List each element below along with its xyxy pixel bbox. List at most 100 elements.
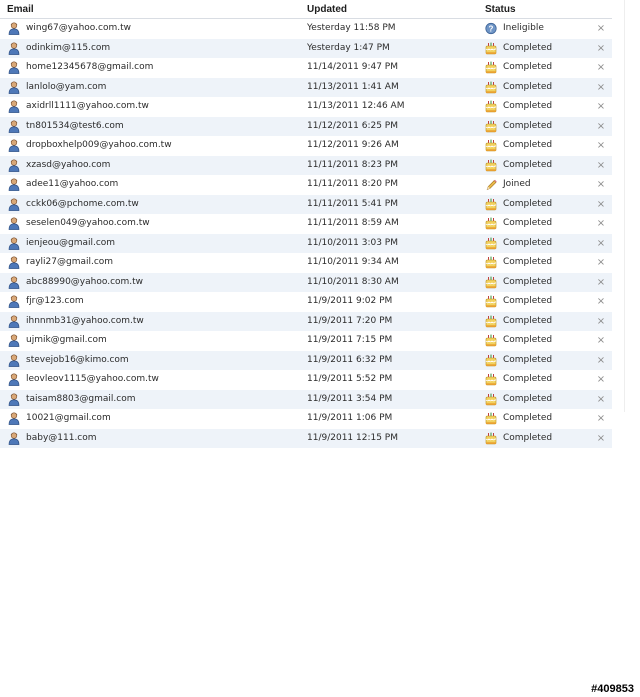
column-header-status[interactable]: Status	[485, 4, 516, 15]
updated-cell: 11/11/2011 8:23 PM	[307, 159, 398, 170]
remove-icon[interactable]: ×	[596, 429, 606, 449]
table-body: wing67@yahoo.com.tw Yesterday 11:58 PM? In…	[0, 19, 612, 448]
completed-cake-icon	[485, 217, 497, 230]
table-row[interactable]: seselen049@yahoo.com.tw 11/11/2011 8:59 A…	[0, 214, 612, 234]
updated-cell: 11/9/2011 12:15 PM	[307, 432, 398, 443]
ineligible-icon: ?	[485, 22, 497, 35]
table-row[interactable]: xzasd@yahoo.com 11/11/2011 8:23 PM Complet…	[0, 155, 612, 176]
table-row[interactable]: 10021@gmail.com 11/9/2011 1:06 PM Complete…	[0, 409, 612, 429]
user-icon	[8, 314, 20, 328]
status-cell: Completed	[503, 393, 553, 404]
email-cell: 10021@gmail.com	[26, 413, 111, 423]
remove-icon[interactable]: ×	[596, 253, 606, 273]
remove-icon[interactable]: ×	[596, 370, 606, 390]
status-cell: Completed	[503, 101, 553, 111]
table-row[interactable]: wing67@yahoo.com.tw Yesterday 11:58 PM? In…	[0, 19, 612, 39]
email-cell: ihnnmb31@yahoo.com.tw	[26, 315, 144, 326]
remove-icon[interactable]: ×	[596, 58, 606, 78]
completed-cake-icon	[485, 42, 497, 55]
remove-icon[interactable]: ×	[596, 214, 606, 234]
remove-icon[interactable]: ×	[596, 273, 606, 293]
updated-cell: 11/12/2011 6:25 PM	[307, 120, 398, 131]
user-icon	[8, 197, 20, 211]
remove-icon[interactable]: ×	[596, 175, 606, 195]
user-icon	[8, 373, 20, 386]
email-cell: axidrll1111@yahoo.com.tw	[26, 101, 149, 111]
user-icon	[8, 41, 20, 55]
updated-cell: 11/13/2011 12:46 AM	[307, 101, 405, 111]
completed-cake-icon	[485, 139, 497, 152]
email-cell: tn801534@test6.com	[26, 120, 124, 131]
completed-cake-icon	[485, 61, 497, 74]
remove-icon[interactable]: ×	[596, 331, 606, 351]
remove-icon[interactable]: ×	[596, 312, 606, 332]
remove-icon[interactable]: ×	[596, 195, 606, 215]
completed-cake-icon	[485, 432, 497, 445]
table-row[interactable]: ujmik@gmail.com 11/9/2011 7:15 PM Complete…	[0, 331, 612, 351]
table-row[interactable]: adee11@yahoo.com 11/11/2011 8:20 PM Joined…	[0, 175, 612, 195]
remove-icon[interactable]: ×	[596, 292, 606, 312]
remove-icon[interactable]: ×	[596, 136, 606, 156]
table-row[interactable]: stevejob16@kimo.com 11/9/2011 6:32 PM Comp…	[0, 350, 612, 371]
table-row[interactable]: rayli27@gmail.com 11/10/2011 9:34 AM Compl…	[0, 253, 612, 273]
remove-icon[interactable]: ×	[596, 117, 606, 137]
user-icon	[8, 412, 20, 425]
user-icon	[8, 236, 20, 250]
table-row[interactable]: leovleov1115@yahoo.com.tw 11/9/2011 5:52 …	[0, 370, 612, 390]
table-row[interactable]: taisam8803@gmail.com 11/9/2011 3:54 PM Com…	[0, 389, 612, 410]
status-cell: Completed	[503, 257, 553, 267]
status-cell: Ineligible	[503, 23, 544, 33]
column-header-updated[interactable]: Updated	[307, 4, 347, 15]
completed-cake-icon	[485, 295, 497, 308]
completed-cake-icon	[485, 256, 497, 269]
email-cell: leovleov1115@yahoo.com.tw	[26, 374, 159, 384]
status-cell: Completed	[503, 276, 553, 287]
email-cell: fjr@123.com	[26, 296, 84, 306]
remove-icon[interactable]: ×	[596, 19, 606, 39]
email-cell: rayli27@gmail.com	[26, 257, 114, 267]
email-cell: stevejob16@kimo.com	[26, 354, 129, 365]
table-row[interactable]: baby@111.com 11/9/2011 12:15 PM Completed ×	[0, 428, 612, 449]
status-cell: Completed	[503, 42, 553, 53]
completed-cake-icon	[485, 237, 497, 250]
completed-cake-icon	[485, 100, 497, 113]
remove-icon[interactable]: ×	[596, 234, 606, 254]
status-cell: Completed	[503, 432, 553, 443]
completed-cake-icon	[485, 120, 497, 133]
table-row[interactable]: home12345678@gmail.com 11/14/2011 9:47 PM…	[0, 58, 612, 78]
table-row[interactable]: dropboxhelp009@yahoo.com.tw 11/12/2011 9:…	[0, 136, 612, 156]
table-row[interactable]: ienjeou@gmail.com 11/10/2011 3:03 PM Compl…	[0, 233, 612, 254]
table-row[interactable]: odinkim@115.com Yesterday 1:47 PM Complete…	[0, 38, 612, 59]
table-row[interactable]: axidrll1111@yahoo.com.tw 11/13/2011 12:46…	[0, 97, 612, 117]
scrollbar-track[interactable]	[624, 0, 625, 412]
email-cell: seselen049@yahoo.com.tw	[26, 218, 150, 228]
email-cell: baby@111.com	[26, 432, 97, 443]
status-cell: Completed	[503, 413, 553, 423]
remove-icon[interactable]: ×	[596, 39, 606, 59]
remove-icon[interactable]: ×	[596, 390, 606, 410]
updated-cell: 11/9/2011 5:52 PM	[307, 374, 393, 384]
remove-icon[interactable]: ×	[596, 97, 606, 117]
remove-icon[interactable]: ×	[596, 409, 606, 429]
table-row[interactable]: cckk06@pchome.com.tw 11/11/2011 5:41 PM Co…	[0, 194, 612, 215]
remove-icon[interactable]: ×	[596, 78, 606, 98]
column-header-email[interactable]: Email	[7, 4, 34, 15]
table-row[interactable]: fjr@123.com 11/9/2011 9:02 PM Completed ×	[0, 292, 612, 312]
email-cell: odinkim@115.com	[26, 42, 111, 53]
status-cell: Completed	[503, 374, 553, 384]
updated-cell: 11/12/2011 9:26 AM	[307, 140, 399, 150]
user-icon	[8, 392, 20, 406]
svg-text:?: ?	[489, 24, 494, 33]
table-row[interactable]: tn801534@test6.com 11/12/2011 6:25 PM Comp…	[0, 116, 612, 137]
remove-icon[interactable]: ×	[596, 156, 606, 176]
table-row[interactable]: ihnnmb31@yahoo.com.tw 11/9/2011 7:20 PM Co…	[0, 311, 612, 332]
status-cell: Completed	[503, 120, 553, 131]
completed-cake-icon	[485, 373, 497, 386]
remove-icon[interactable]: ×	[596, 351, 606, 371]
referrals-table: Email Updated Status wing67@yahoo.com.tw…	[0, 0, 612, 448]
status-cell: Completed	[503, 354, 553, 365]
email-cell: xzasd@yahoo.com	[26, 159, 111, 170]
table-row[interactable]: abc88990@yahoo.com.tw 11/10/2011 8:30 AM C…	[0, 272, 612, 293]
email-cell: home12345678@gmail.com	[26, 62, 154, 72]
table-row[interactable]: lanlolo@yam.com 11/13/2011 1:41 AM Complet…	[0, 77, 612, 98]
